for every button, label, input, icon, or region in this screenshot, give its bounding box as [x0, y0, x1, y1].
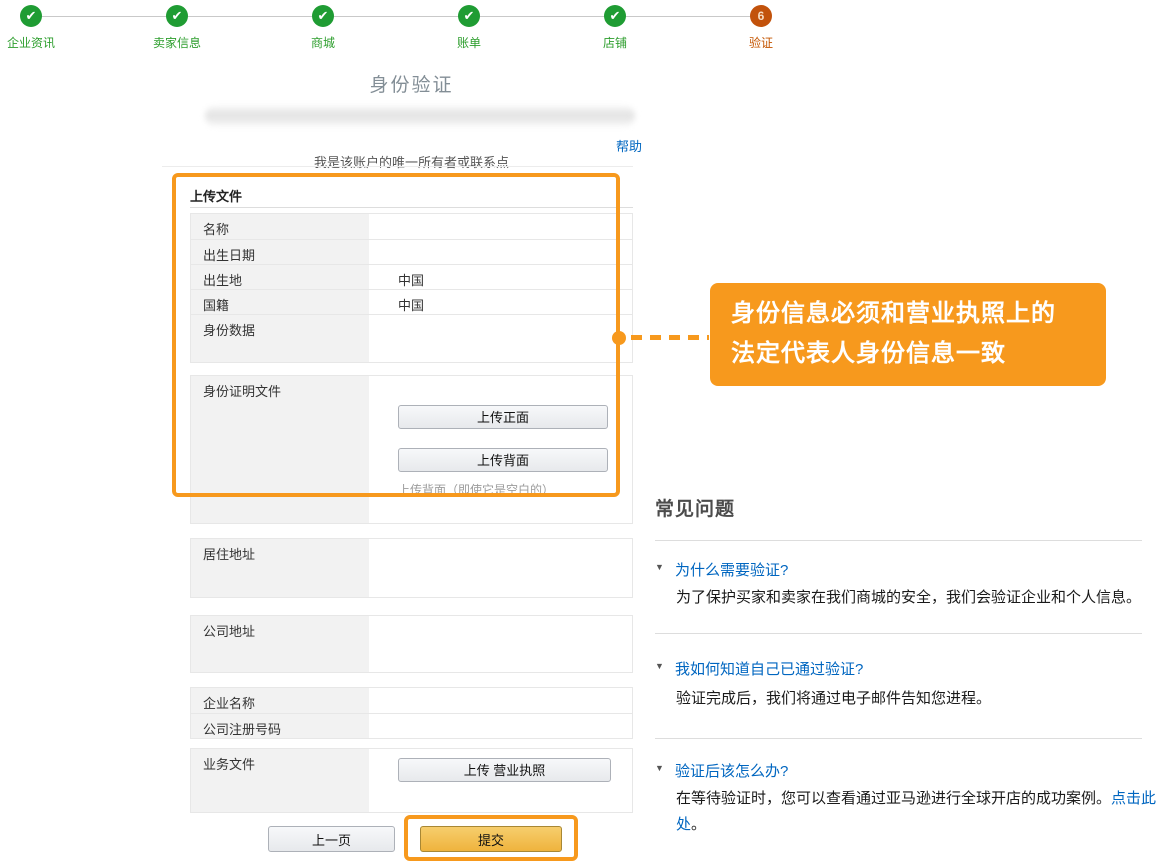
faq-answer-how-know-verified: 验证完成后，我们将通过电子邮件告知您进程。: [676, 686, 1158, 712]
callout-connector-dot: [612, 331, 626, 345]
step-label: 验证: [713, 34, 809, 51]
field-label: 身份证明文件: [191, 376, 369, 523]
faq-question-link[interactable]: 我如何知道自己已通过验证?: [675, 658, 863, 679]
field-label: 业务文件: [191, 749, 369, 812]
upload-documents-header: 上传文件: [190, 186, 242, 205]
field-label: 居住地址: [191, 539, 369, 597]
callout-line-2: 法定代表人身份信息一致: [731, 334, 1106, 374]
chevron-down-icon: ▼: [655, 559, 667, 572]
faq-answer-text: 。: [691, 816, 706, 833]
faq-answer-after-verification: 在等待验证时，您可以查看通过亚马逊进行全球开店的成功案例。点击此处。: [676, 786, 1158, 838]
field-value: [369, 539, 632, 597]
faq-question-after-verification[interactable]: ▼ 验证后该怎么办?: [655, 760, 788, 781]
business-license-upload-area: 上传 营业执照: [369, 749, 632, 812]
company-info-table: 企业名称 公司注册号码: [190, 687, 633, 739]
faq-question-link[interactable]: 验证后该怎么办?: [675, 760, 788, 781]
check-icon: ✔: [20, 5, 42, 27]
field-label: 出生地: [191, 265, 369, 289]
table-row-birth-place: 出生地 中国: [191, 264, 632, 289]
table-row-residential-address: 居住地址: [191, 539, 632, 597]
table-row-company-name: 企业名称: [191, 688, 632, 713]
field-value: [369, 240, 632, 264]
step-label: 店铺: [567, 34, 663, 51]
chevron-down-icon: ▼: [655, 658, 667, 671]
stepper-step-seller-info: ✔ 卖家信息: [129, 5, 225, 51]
page-title: 身份验证: [190, 70, 633, 97]
table-row-nationality: 国籍 中国: [191, 289, 632, 314]
field-value: [369, 315, 632, 362]
table-row-company-reg-number: 公司注册号码: [191, 713, 632, 738]
identity-proof-table: 身份证明文件 上传正面 上传背面 上传背面（即使它是空白的）: [190, 375, 633, 524]
residential-address-table: 居住地址: [190, 538, 633, 598]
table-row-identity-data: 身份数据: [191, 314, 632, 362]
stepper-step-marketplace: ✔ 商城: [275, 5, 371, 51]
step-label: 企业资讯: [0, 34, 79, 51]
field-value: 中国: [369, 265, 632, 289]
field-label: 名称: [191, 214, 369, 239]
header-underline: [190, 207, 633, 208]
table-row-business-document: 业务文件 上传 营业执照: [191, 749, 632, 812]
submit-button[interactable]: 提交: [420, 826, 562, 852]
stepper-step-company-info: ✔ 企业资讯: [0, 5, 79, 51]
field-value: [369, 688, 632, 713]
field-label: 国籍: [191, 290, 369, 314]
stepper-step-store: ✔ 店铺: [567, 5, 663, 51]
step-label: 账单: [421, 34, 517, 51]
field-value: [369, 714, 632, 738]
faq-question-link[interactable]: 为什么需要验证?: [675, 559, 788, 580]
callout-connector-dashed-line: [631, 335, 709, 340]
identity-match-callout: 身份信息必须和营业执照上的 法定代表人身份信息一致: [710, 283, 1106, 386]
check-icon: ✔: [458, 5, 480, 27]
chevron-down-icon: ▼: [655, 760, 667, 773]
stepper-step-verification: 6 验证: [713, 5, 809, 51]
faq-heading: 常见问题: [655, 494, 735, 521]
check-icon: ✔: [604, 5, 626, 27]
faq-divider: [655, 738, 1142, 739]
faq-divider: [655, 540, 1142, 541]
field-label: 身份数据: [191, 315, 369, 362]
field-label: 公司注册号码: [191, 714, 369, 738]
step-label: 商城: [275, 34, 371, 51]
table-row-name: 名称: [191, 214, 632, 239]
stepper-step-billing: ✔ 账单: [421, 5, 517, 51]
business-document-table: 业务文件 上传 营业执照: [190, 748, 633, 813]
previous-page-button[interactable]: 上一页: [268, 826, 395, 852]
faq-question-why-verify[interactable]: ▼ 为什么需要验证?: [655, 559, 788, 580]
section-top-divider: [162, 166, 633, 167]
sole-owner-statement: 我是该账户的唯一所有者或联系点: [190, 152, 633, 171]
faq-answer-text: 在等待验证时，您可以查看通过亚马逊进行全球开店的成功案例。: [676, 790, 1111, 807]
company-address-table: 公司地址: [190, 615, 633, 673]
step-label: 卖家信息: [129, 34, 225, 51]
check-icon: ✔: [312, 5, 334, 27]
faq-divider: [655, 633, 1142, 634]
upload-back-button[interactable]: 上传背面: [398, 448, 608, 472]
identity-verification-page: ✔ 企业资讯 ✔ 卖家信息 ✔ 商城 ✔ 账单 ✔ 店铺 6 验证 身份验证 帮…: [0, 0, 1173, 862]
redacted-blurred-text: [205, 106, 635, 126]
field-label: 企业名称: [191, 688, 369, 713]
upload-front-button[interactable]: 上传正面: [398, 405, 608, 429]
upload-back-note: 上传背面（即使它是空白的）: [398, 481, 554, 498]
table-row-birth-date: 出生日期: [191, 239, 632, 264]
check-icon: ✔: [166, 5, 188, 27]
field-value: 中国: [369, 290, 632, 314]
identity-fields-table: 名称 出生日期 出生地 中国 国籍 中国 身份数据: [190, 213, 633, 363]
table-row-identity-proof: 身份证明文件 上传正面 上传背面 上传背面（即使它是空白的）: [191, 376, 632, 523]
field-value: [369, 616, 632, 672]
field-label: 公司地址: [191, 616, 369, 672]
table-row-company-address: 公司地址: [191, 616, 632, 672]
faq-answer-why-verify: 为了保护买家和卖家在我们商城的安全，我们会验证企业和个人信息。: [676, 585, 1158, 611]
field-value: [369, 214, 632, 239]
callout-line-1: 身份信息必须和营业执照上的: [731, 294, 1106, 334]
faq-question-how-know-verified[interactable]: ▼ 我如何知道自己已通过验证?: [655, 658, 863, 679]
field-label: 出生日期: [191, 240, 369, 264]
upload-business-license-button[interactable]: 上传 营业执照: [398, 758, 611, 782]
step-number-badge: 6: [750, 5, 772, 27]
identity-proof-upload-area: 上传正面 上传背面 上传背面（即使它是空白的）: [369, 376, 632, 523]
